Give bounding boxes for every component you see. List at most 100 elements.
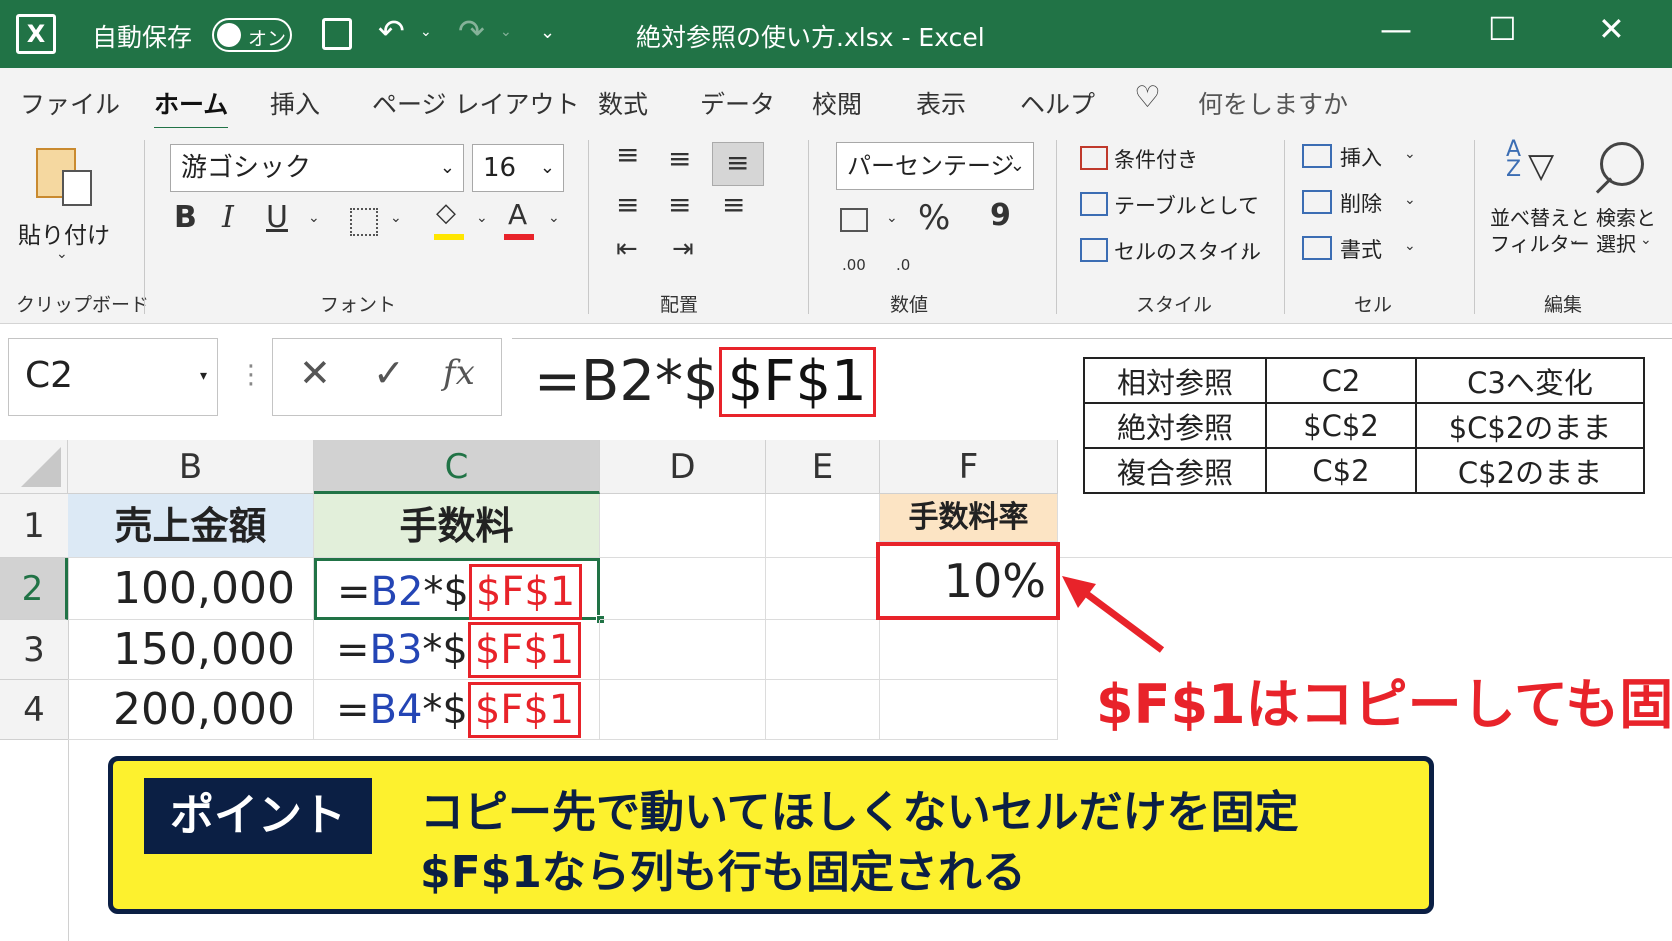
paste-dropdown-icon[interactable]: ⌄ bbox=[56, 246, 68, 262]
format-cells-button[interactable]: 書式 bbox=[1340, 234, 1382, 264]
increase-indent-icon[interactable]: ⇥ bbox=[672, 234, 694, 264]
redo-dropdown-icon[interactable]: ⌄ bbox=[500, 24, 512, 40]
cell-e1[interactable] bbox=[766, 494, 880, 558]
decrease-indent-icon[interactable]: ⇤ bbox=[616, 234, 638, 264]
customize-quick-access-icon[interactable]: ⌄ bbox=[540, 22, 555, 43]
align-left-icon[interactable]: ≡ bbox=[616, 188, 639, 221]
find-select-button-line2[interactable]: 選択 bbox=[1596, 228, 1636, 257]
format-as-table-button[interactable]: テーブルとして bbox=[1114, 190, 1259, 220]
cell-f1[interactable]: 手数料率 bbox=[880, 494, 1058, 542]
find-select-dropdown-icon[interactable]: ⌄ bbox=[1640, 232, 1652, 248]
find-select-button[interactable]: 検索と bbox=[1596, 202, 1656, 231]
cancel-button[interactable]: ✕ bbox=[299, 351, 331, 395]
close-button[interactable]: ✕ bbox=[1598, 10, 1625, 48]
sort-filter-dropdown-icon[interactable]: ⌄ bbox=[1568, 232, 1580, 248]
tab-review[interactable]: 校閲 bbox=[812, 85, 862, 121]
tab-view[interactable]: 表示 bbox=[916, 85, 966, 121]
row-header-3[interactable]: 3 bbox=[0, 620, 68, 680]
cell-d3[interactable] bbox=[600, 620, 766, 680]
cell-style-button[interactable]: セルのスタイル bbox=[1114, 236, 1261, 266]
maximize-button[interactable]: ☐ bbox=[1488, 10, 1517, 48]
fill-color-icon[interactable]: ◇ bbox=[436, 198, 456, 228]
conditional-format-button[interactable]: 条件付き bbox=[1114, 144, 1198, 174]
col-header-c[interactable]: C bbox=[314, 440, 600, 494]
delete-cells-button[interactable]: 削除 bbox=[1340, 188, 1382, 218]
font-size-select[interactable]: 16 ⌄ bbox=[472, 144, 564, 192]
align-right-icon[interactable]: ≡ bbox=[722, 188, 745, 221]
reference-type-table: 相対参照 C2 C3へ変化 絶対参照 $C$2 $C$2のまま 複合参照 C$2… bbox=[1083, 357, 1645, 494]
delete-dropdown-icon[interactable]: ⌄ bbox=[1404, 192, 1416, 208]
bold-button[interactable]: B bbox=[174, 200, 197, 235]
paste-button[interactable]: 貼り付け bbox=[18, 216, 110, 250]
cell-e4[interactable] bbox=[766, 680, 880, 740]
fill-color-dropdown-icon[interactable]: ⌄ bbox=[476, 210, 488, 226]
align-middle-icon[interactable]: ≡ bbox=[668, 142, 691, 175]
tab-page-layout[interactable]: ページ レイアウト bbox=[372, 85, 579, 121]
undo-dropdown-icon[interactable]: ⌄ bbox=[420, 24, 432, 40]
cell-g1[interactable] bbox=[1058, 494, 1672, 558]
font-color-dropdown-icon[interactable]: ⌄ bbox=[548, 210, 560, 226]
accounting-dropdown-icon[interactable]: ⌄ bbox=[886, 210, 898, 226]
font-color-button[interactable]: A bbox=[508, 198, 527, 231]
cell-b2[interactable]: 100,000 bbox=[68, 558, 314, 620]
underline-dropdown-icon[interactable]: ⌄ bbox=[308, 210, 320, 226]
row-header-1[interactable]: 1 bbox=[0, 494, 68, 558]
tab-file[interactable]: ファイル bbox=[20, 85, 120, 121]
cell-c2[interactable]: =B2*$ $F$1 bbox=[314, 558, 600, 620]
cell-b4[interactable]: 200,000 bbox=[68, 680, 314, 740]
cell-e3[interactable] bbox=[766, 620, 880, 680]
border-icon[interactable] bbox=[350, 208, 378, 236]
cell-d1[interactable] bbox=[600, 494, 766, 558]
col-header-e[interactable]: E bbox=[766, 440, 880, 494]
tab-formulas[interactable]: 数式 bbox=[598, 85, 648, 121]
font-name-select[interactable]: 游ゴシック ⌄ bbox=[170, 144, 464, 192]
align-center-icon[interactable]: ≡ bbox=[668, 188, 691, 221]
sort-filter-button[interactable]: 並べ替えと bbox=[1490, 202, 1590, 231]
minimize-button[interactable]: — bbox=[1380, 10, 1412, 48]
col-header-d[interactable]: D bbox=[600, 440, 766, 494]
percent-style-button[interactable]: % bbox=[918, 198, 950, 238]
save-icon[interactable] bbox=[322, 18, 352, 50]
redo-icon[interactable]: ↷ bbox=[458, 12, 485, 50]
tab-data[interactable]: データ bbox=[700, 85, 775, 121]
tab-help[interactable]: ヘルプ bbox=[1020, 85, 1095, 121]
cell-d2[interactable] bbox=[600, 558, 766, 620]
insert-cells-button[interactable]: 挿入 bbox=[1340, 142, 1382, 172]
insert-dropdown-icon[interactable]: ⌄ bbox=[1404, 146, 1416, 162]
undo-icon[interactable]: ↶ bbox=[378, 12, 405, 50]
format-dropdown-icon[interactable]: ⌄ bbox=[1404, 238, 1416, 254]
comma-style-button[interactable]: 9 bbox=[990, 198, 1011, 233]
cell-c1[interactable]: 手数料 bbox=[314, 494, 600, 558]
col-header-b[interactable]: B bbox=[68, 440, 314, 494]
italic-button[interactable]: I bbox=[222, 200, 234, 235]
underline-button[interactable]: U bbox=[266, 200, 288, 235]
number-format-select[interactable]: パーセンテージ ⌄ bbox=[836, 142, 1034, 190]
row-header-2[interactable]: 2 bbox=[0, 558, 68, 620]
cell-c4[interactable]: =B4*$ $F$1 bbox=[314, 680, 600, 740]
enter-button[interactable]: ✓ bbox=[373, 351, 405, 395]
name-box[interactable]: C2 ▾ bbox=[8, 338, 218, 416]
formula-bar-splitter[interactable]: ⋮ bbox=[238, 360, 264, 390]
cell-f3[interactable] bbox=[880, 620, 1058, 680]
cell-style-dropdown-icon[interactable]: ⌄ bbox=[1240, 240, 1252, 256]
align-top-icon[interactable]: ≡ bbox=[616, 138, 639, 171]
tell-me-search[interactable]: 何をしますか bbox=[1198, 85, 1348, 121]
accounting-format-icon[interactable] bbox=[840, 208, 868, 232]
decrease-decimal-button[interactable]: .0 bbox=[896, 256, 910, 274]
tab-home[interactable]: ホーム bbox=[154, 85, 229, 131]
tab-insert[interactable]: 挿入 bbox=[270, 85, 320, 121]
cell-b3[interactable]: 150,000 bbox=[68, 620, 314, 680]
cell-e2[interactable] bbox=[766, 558, 880, 620]
select-all-corner[interactable] bbox=[0, 440, 68, 494]
cell-c3[interactable]: =B3*$ $F$1 bbox=[314, 620, 600, 680]
cell-f4[interactable] bbox=[880, 680, 1058, 740]
col-header-f[interactable]: F bbox=[880, 440, 1058, 494]
row-header-4[interactable]: 4 bbox=[0, 680, 68, 740]
cell-d4[interactable] bbox=[600, 680, 766, 740]
border-dropdown-icon[interactable]: ⌄ bbox=[390, 210, 402, 226]
increase-decimal-button[interactable]: .00 bbox=[842, 256, 866, 274]
autosave-toggle[interactable]: オン bbox=[212, 18, 292, 52]
cell-b1[interactable]: 売上金額 bbox=[68, 494, 314, 558]
cell-f2[interactable]: 10% bbox=[876, 542, 1060, 620]
insert-function-button[interactable]: fx bbox=[443, 353, 475, 393]
